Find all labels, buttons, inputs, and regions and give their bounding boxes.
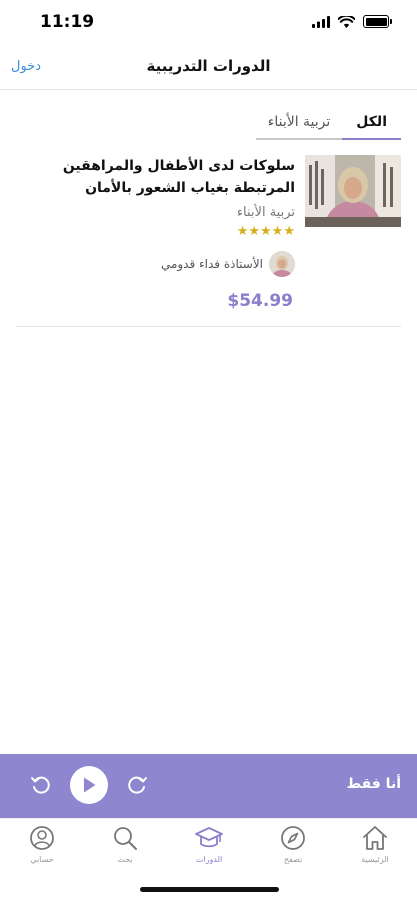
- search-icon: [114, 827, 137, 850]
- rewind-button[interactable]: [28, 772, 54, 798]
- tab-browse[interactable]: تصفح: [258, 823, 328, 864]
- rewind-icon: [31, 776, 50, 794]
- course-info: سلوكات لدى الأطفال والمراهقين المرتبطة ب…: [20, 155, 295, 311]
- tab-search-label: بحث: [117, 855, 133, 864]
- mini-player[interactable]: أنا فقط: [0, 754, 417, 818]
- instructor: الأستاذة فداء قدومي: [20, 251, 295, 277]
- tab-browse-label: تصفح: [283, 855, 303, 864]
- tab-courses[interactable]: الدورات: [174, 823, 244, 864]
- forward-icon: [128, 776, 147, 794]
- category-tabs: الكل تربية الأبناء: [255, 108, 401, 140]
- home-icon: [363, 826, 387, 850]
- battery-icon: [363, 15, 392, 28]
- tab-search[interactable]: بحث: [90, 823, 160, 864]
- page-title: الدورات التدريبية: [146, 57, 271, 75]
- tab-account[interactable]: حسابي: [7, 823, 77, 864]
- home-indicator: [140, 887, 279, 892]
- status-time: 11:19: [40, 12, 95, 32]
- tab-account-label: حسابي: [30, 855, 54, 864]
- course-thumbnail-image: [305, 155, 401, 227]
- tab-home-label: الرئيسية: [361, 855, 389, 864]
- user-icon: [30, 826, 54, 850]
- status-bar: 11:19: [0, 0, 417, 46]
- compass-icon: [281, 826, 305, 850]
- graduation-cap-icon: [195, 827, 223, 848]
- instructor-name: الأستاذة فداء قدومي: [160, 257, 263, 271]
- signal-icon: [312, 15, 330, 28]
- login-link[interactable]: دخول: [11, 59, 41, 74]
- instructor-avatar: [269, 251, 295, 277]
- player-track-label: أنا فقط: [346, 776, 401, 792]
- wifi-icon: [338, 15, 355, 28]
- tab-all[interactable]: الكل: [342, 108, 401, 140]
- player-controls: [28, 766, 150, 804]
- course-card[interactable]: سلوكات لدى الأطفال والمراهقين المرتبطة ب…: [16, 155, 401, 327]
- status-icons: [312, 15, 392, 28]
- course-price: $54.99: [227, 291, 293, 311]
- course-category: تربية الأبناء: [236, 205, 295, 220]
- forward-button[interactable]: [124, 772, 150, 798]
- tab-home[interactable]: الرئيسية: [340, 823, 410, 864]
- tab-courses-label: الدورات: [195, 855, 223, 864]
- course-thumbnail[interactable]: [305, 155, 401, 227]
- course-title[interactable]: سلوكات لدى الأطفال والمراهقين المرتبطة ب…: [20, 155, 295, 199]
- tab-parenting[interactable]: تربية الأبناء: [255, 108, 343, 140]
- play-button[interactable]: [70, 766, 108, 804]
- nav-bar: الدورات التدريبية دخول: [0, 46, 417, 90]
- play-icon: [84, 777, 96, 793]
- rating-stars: ★★★★★: [236, 224, 295, 239]
